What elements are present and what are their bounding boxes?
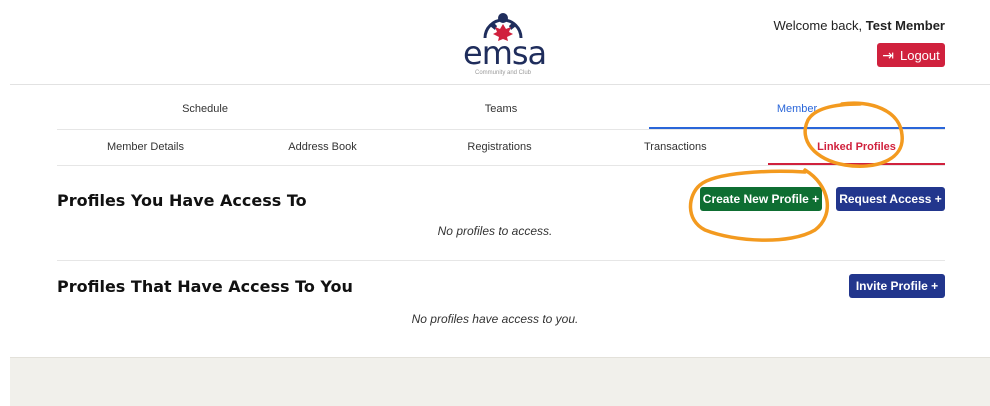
welcome-message: Welcome back, Test Member bbox=[774, 18, 946, 33]
section-divider bbox=[57, 260, 945, 261]
logo-tagline: Community and Club bbox=[474, 70, 532, 76]
tab-address-book[interactable]: Address Book bbox=[234, 129, 411, 165]
create-new-profile-button[interactable]: Create New Profile + bbox=[700, 187, 822, 211]
empty-access-to-message: No profiles to access. bbox=[437, 224, 553, 238]
section-title-access-by: Profiles That Have Access To You bbox=[57, 277, 353, 296]
header: emsa Community and Club Welcome back, Te… bbox=[0, 0, 990, 84]
logout-button[interactable]: ⇥ Logout bbox=[877, 43, 945, 67]
empty-access-by-message: No profiles have access to you. bbox=[411, 312, 579, 326]
section-title-access-to: Profiles You Have Access To bbox=[57, 191, 307, 210]
tab-teams[interactable]: Teams bbox=[353, 96, 649, 129]
tab-linked-profiles[interactable]: Linked Profiles bbox=[768, 129, 945, 165]
member-sub-nav: Member Details Address Book Registration… bbox=[57, 129, 945, 166]
user-name: Test Member bbox=[865, 18, 945, 33]
emsa-logo[interactable]: emsa Community and Club bbox=[463, 12, 547, 80]
main-nav: Schedule Teams Member bbox=[57, 96, 945, 130]
header-divider bbox=[10, 84, 990, 85]
footer bbox=[10, 357, 990, 406]
tab-schedule[interactable]: Schedule bbox=[57, 96, 353, 129]
tab-member-details[interactable]: Member Details bbox=[57, 129, 234, 165]
tab-transactions[interactable]: Transactions bbox=[588, 129, 765, 165]
tab-registrations[interactable]: Registrations bbox=[411, 129, 588, 165]
request-access-button[interactable]: Request Access + bbox=[836, 187, 945, 211]
logout-label: Logout bbox=[899, 47, 940, 63]
tab-member[interactable]: Member bbox=[649, 96, 945, 129]
logo-wordmark: emsa bbox=[463, 34, 547, 72]
invite-profile-button[interactable]: Invite Profile + bbox=[849, 274, 945, 298]
welcome-prefix: Welcome back, bbox=[773, 18, 863, 33]
logout-icon: ⇥ bbox=[882, 46, 894, 63]
